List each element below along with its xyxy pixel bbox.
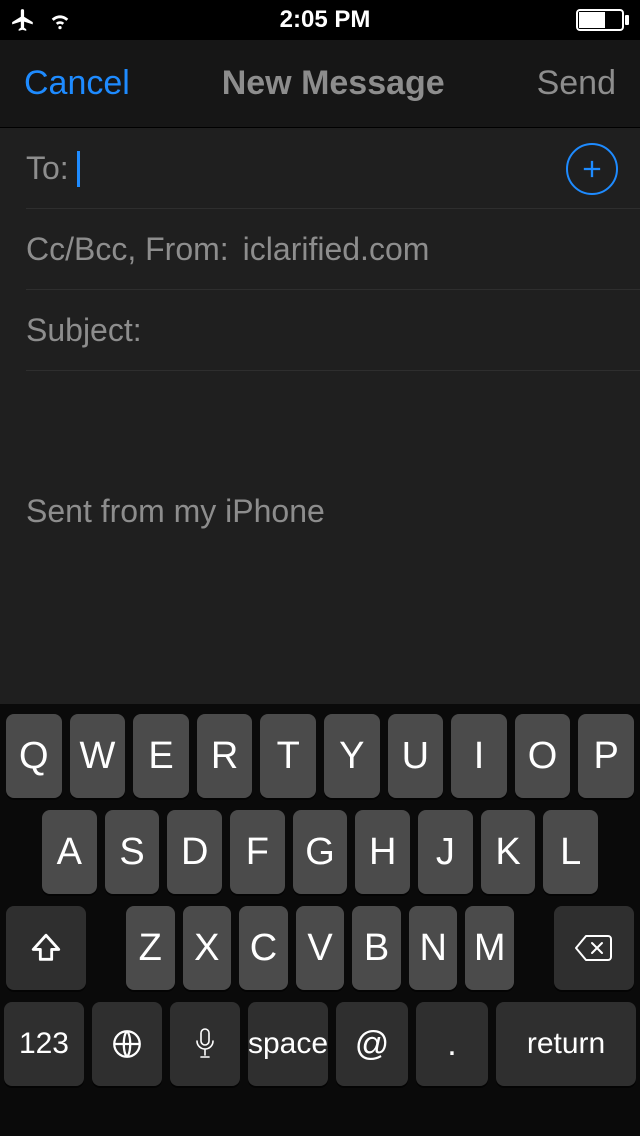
- text-cursor: [77, 151, 80, 187]
- key-s[interactable]: S: [105, 810, 160, 894]
- globe-icon: [110, 1027, 144, 1061]
- mic-icon: [193, 1027, 217, 1061]
- from-value: iclarified.com: [243, 231, 430, 268]
- key-return[interactable]: return: [496, 1002, 636, 1086]
- to-row[interactable]: To:: [0, 128, 640, 209]
- key-mic[interactable]: [170, 1002, 240, 1086]
- key-q[interactable]: Q: [6, 714, 62, 798]
- cancel-button[interactable]: Cancel: [24, 64, 130, 103]
- key-at[interactable]: @: [336, 1002, 408, 1086]
- add-contact-button[interactable]: [566, 143, 618, 195]
- key-g[interactable]: G: [293, 810, 348, 894]
- signature-text: Sent from my iPhone: [26, 493, 614, 530]
- keyboard-row-1: Q W E R T Y U I O P: [6, 714, 634, 798]
- key-m[interactable]: M: [465, 906, 514, 990]
- key-x[interactable]: X: [183, 906, 232, 990]
- key-123[interactable]: 123: [4, 1002, 84, 1086]
- keyboard-row-2: A S D F G H J K L: [6, 810, 634, 894]
- key-t[interactable]: T: [260, 714, 316, 798]
- key-n[interactable]: N: [409, 906, 458, 990]
- key-k[interactable]: K: [481, 810, 536, 894]
- key-w[interactable]: W: [70, 714, 126, 798]
- keyboard: Q W E R T Y U I O P A S D F G H J K L: [0, 704, 640, 1136]
- status-left: [10, 7, 74, 33]
- keyboard-row-3: Z X C V B N M: [6, 906, 634, 990]
- subject-label: Subject:: [26, 312, 142, 349]
- plus-icon: [578, 155, 606, 183]
- ccbcc-label: Cc/Bcc, From:: [26, 231, 229, 268]
- status-time: 2:05 PM: [280, 6, 371, 34]
- status-bar: 2:05 PM: [0, 0, 640, 40]
- key-j[interactable]: J: [418, 810, 473, 894]
- key-f[interactable]: F: [230, 810, 285, 894]
- key-a[interactable]: A: [42, 810, 97, 894]
- key-c[interactable]: C: [239, 906, 288, 990]
- key-v[interactable]: V: [296, 906, 345, 990]
- key-globe[interactable]: [92, 1002, 162, 1086]
- shift-icon: [29, 931, 63, 965]
- key-h[interactable]: H: [355, 810, 410, 894]
- send-button[interactable]: Send: [537, 64, 616, 103]
- ccbcc-row[interactable]: Cc/Bcc, From: iclarified.com: [0, 209, 640, 290]
- key-l[interactable]: L: [543, 810, 598, 894]
- key-z[interactable]: Z: [126, 906, 175, 990]
- key-o[interactable]: O: [515, 714, 571, 798]
- key-i[interactable]: I: [451, 714, 507, 798]
- wifi-icon: [46, 9, 74, 31]
- key-u[interactable]: U: [388, 714, 444, 798]
- battery-icon: [576, 9, 630, 31]
- key-y[interactable]: Y: [324, 714, 380, 798]
- subject-row[interactable]: Subject:: [0, 290, 640, 371]
- screen: 2:05 PM Cancel New Message Send To: Cc/B…: [0, 0, 640, 1136]
- key-p[interactable]: P: [578, 714, 634, 798]
- key-b[interactable]: B: [352, 906, 401, 990]
- nav-bar: Cancel New Message Send: [0, 40, 640, 128]
- key-backspace[interactable]: [554, 906, 634, 990]
- status-right: [576, 9, 630, 31]
- key-dot[interactable]: .: [416, 1002, 488, 1086]
- key-shift[interactable]: [6, 906, 86, 990]
- to-label: To:: [26, 150, 69, 187]
- page-title: New Message: [222, 64, 445, 103]
- key-r[interactable]: R: [197, 714, 253, 798]
- key-space[interactable]: space: [248, 1002, 328, 1086]
- message-body[interactable]: Sent from my iPhone: [0, 371, 640, 704]
- key-e[interactable]: E: [133, 714, 189, 798]
- airplane-mode-icon: [10, 7, 36, 33]
- backspace-icon: [574, 933, 614, 963]
- keyboard-row-4: 123 space @ . return: [6, 1002, 634, 1086]
- key-d[interactable]: D: [167, 810, 222, 894]
- compose-form: To: Cc/Bcc, From: iclarified.com Subject…: [0, 128, 640, 371]
